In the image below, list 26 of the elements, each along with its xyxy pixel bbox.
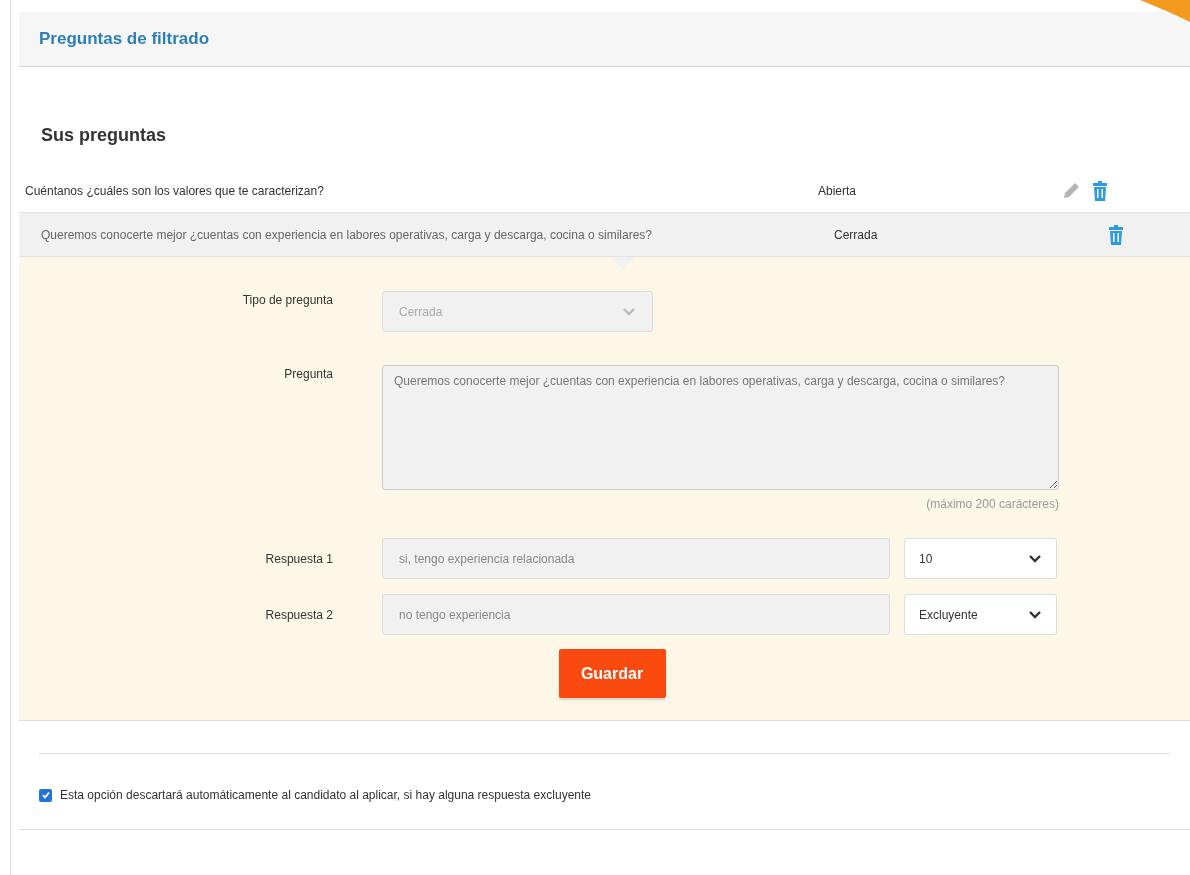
question-type: Abierta — [818, 182, 858, 200]
score-select[interactable]: Excluyente — [904, 594, 1057, 635]
auto-discard-label: Esta opción descartará automáticamente al candidato al aplicar, si hay alguna respuesta excluyente — [60, 787, 591, 804]
panel-title: Preguntas de filtrado — [39, 28, 210, 51]
section-title: Sus preguntas — [41, 125, 167, 145]
answer-field[interactable]: no tengo experiencia — [382, 594, 890, 635]
answer-field[interactable]: si, tengo experiencia relacionada — [382, 538, 890, 579]
field-label: Tipo de pregunta — [241, 292, 333, 309]
field-label: Respuesta 2 — [264, 606, 333, 624]
field-label: Respuesta 1 — [264, 550, 333, 568]
question-type: Cerrada — [834, 226, 879, 244]
chevron-down-icon — [1028, 553, 1042, 564]
chevron-down-icon — [622, 306, 636, 317]
trash-icon[interactable] — [1092, 180, 1108, 201]
question-text: Cuéntanos ¿cuáles son los valores que te caracterizan? — [25, 182, 325, 200]
question-type-select[interactable]: Cerrada — [382, 291, 653, 332]
auto-discard-checkbox[interactable] — [39, 788, 52, 802]
question-text: Queremos conocerte mejor ¿cuentas con experiencia en labores operativas, carga y descarga, cocina o similares? — [41, 226, 653, 244]
save-button[interactable]: Guardar — [558, 649, 666, 698]
trash-icon[interactable] — [1108, 224, 1124, 245]
corner-ribbon — [1140, 0, 1190, 22]
chevron-down-icon — [1028, 609, 1042, 620]
question-textarea[interactable]: Queremos conocerte mejor ¿cuentas con experiencia en labores operativas, carga y descarga, cocina o similares? — [382, 365, 1059, 490]
score-select[interactable]: 10 — [904, 538, 1057, 579]
field-label: Pregunta — [283, 366, 333, 383]
max-length-hint: (máximo 200 carácteres) — [926, 496, 1059, 513]
